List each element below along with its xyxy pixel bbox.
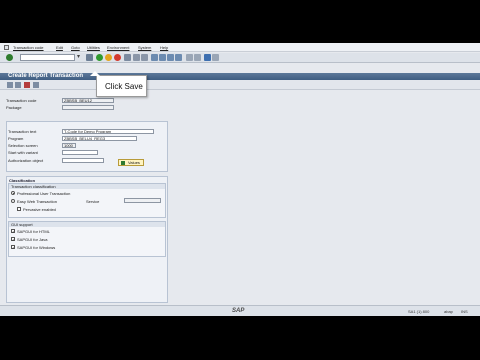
sapgui-windows-checkbox[interactable]: ✓ — [11, 245, 15, 250]
menu-environment[interactable]: Environment — [107, 45, 129, 50]
new-session-icon[interactable] — [186, 54, 193, 61]
selection-screen-field[interactable]: 1000 — [62, 143, 76, 148]
program-label: Program — [8, 136, 24, 141]
menu-bar: Transaction code Edit Goto Utilities Env… — [0, 43, 480, 52]
transaction-code-label: Transaction code — [6, 98, 37, 103]
sapgui-html-label: SAPGUI for HTML — [17, 229, 50, 234]
values-icon — [121, 161, 125, 165]
find-next-icon[interactable] — [141, 54, 148, 61]
gui-support-title: GUI support — [9, 222, 165, 227]
start-with-variant-field[interactable] — [62, 150, 98, 155]
application-toolbar — [0, 80, 480, 90]
pervasive-checkbox[interactable] — [17, 207, 21, 211]
sapgui-windows-label: SAPGUI for Windows — [17, 245, 56, 250]
enter-icon[interactable] — [6, 54, 13, 61]
next-page-icon[interactable] — [167, 54, 174, 61]
back-icon[interactable] — [96, 54, 103, 61]
menu-transaction-code[interactable]: Transaction code — [13, 45, 44, 50]
package-label: Package — [6, 105, 22, 110]
transaction-code-field: ZBBSB_BEU12 — [62, 98, 114, 103]
transaction-classification-title: Transaction classification — [9, 184, 165, 189]
tooltip-text: Click Save — [105, 82, 143, 91]
print-icon[interactable] — [124, 54, 131, 61]
program-field[interactable]: ZBBSB_BELU4_REG3 — [62, 136, 137, 141]
status-system[interactable]: SA1 (1) 800 — [408, 309, 429, 314]
selection-screen-label: Selection screen — [8, 143, 38, 148]
easy-web-label: Easy Web Transaction — [17, 199, 57, 204]
menu-system[interactable]: System — [138, 45, 151, 50]
values-button-label: Values — [128, 160, 140, 165]
last-page-icon[interactable] — [175, 54, 182, 61]
authorization-object-field[interactable] — [62, 158, 104, 163]
start-with-variant-label: Start with variant — [8, 150, 38, 155]
first-page-icon[interactable] — [151, 54, 158, 61]
menu-utilities[interactable]: Utilities — [87, 45, 100, 50]
status-mode[interactable]: INS — [461, 309, 468, 314]
easy-web-radio[interactable] — [11, 199, 15, 203]
delete-icon[interactable] — [24, 82, 30, 88]
exit-icon[interactable] — [105, 54, 112, 61]
professional-user-radio[interactable] — [11, 191, 15, 195]
help-icon[interactable] — [204, 54, 211, 61]
tooltip-arrow — [90, 71, 100, 76]
sapgui-java-checkbox[interactable]: ✓ — [11, 237, 15, 242]
previous-page-icon[interactable] — [159, 54, 166, 61]
command-field[interactable] — [20, 54, 75, 61]
pervasive-label: Pervasive enabled — [23, 207, 56, 212]
status-host: abap — [444, 309, 453, 314]
test-icon[interactable] — [33, 82, 39, 88]
page-title: Create Report Transaction — [8, 73, 84, 79]
menu-edit[interactable]: Edit — [56, 45, 63, 50]
find-icon[interactable] — [133, 54, 140, 61]
sapgui-java-label: SAPGUI for Java — [17, 237, 48, 242]
service-field[interactable] — [124, 198, 161, 203]
other-object-icon[interactable] — [15, 82, 21, 88]
tooltip: Click Save — [96, 75, 147, 97]
package-field[interactable] — [62, 105, 114, 110]
transaction-text-field[interactable]: T-Code for Demo Program — [62, 129, 154, 134]
command-dropdown-icon[interactable]: ▾ — [77, 54, 80, 61]
sapgui-html-checkbox[interactable]: ✓ — [11, 229, 15, 234]
shortcut-icon[interactable] — [194, 54, 201, 61]
sap-menu-icon[interactable] — [4, 45, 9, 50]
save-icon[interactable] — [86, 54, 93, 61]
transaction-text-label: Transaction text — [8, 129, 37, 134]
sap-window: Transaction code Edit Goto Utilities Env… — [0, 43, 480, 316]
status-bar: SAP SA1 (1) 800 abap INS — [0, 305, 480, 316]
display-change-icon[interactable] — [7, 82, 13, 88]
menu-goto[interactable]: Goto — [71, 45, 80, 50]
menu-help[interactable]: Help — [160, 45, 168, 50]
title-bar: Create Report Transaction — [0, 73, 480, 80]
standard-toolbar: ▾ — [0, 53, 480, 63]
service-label: Service — [86, 199, 100, 204]
values-button[interactable]: Values — [118, 159, 144, 166]
authorization-object-label: Authorization object — [8, 158, 44, 163]
professional-user-label: Professional User Transaction — [17, 191, 71, 196]
sap-logo: SAP — [232, 308, 245, 314]
cancel-icon[interactable] — [114, 54, 121, 61]
layout-icon[interactable] — [212, 54, 219, 61]
